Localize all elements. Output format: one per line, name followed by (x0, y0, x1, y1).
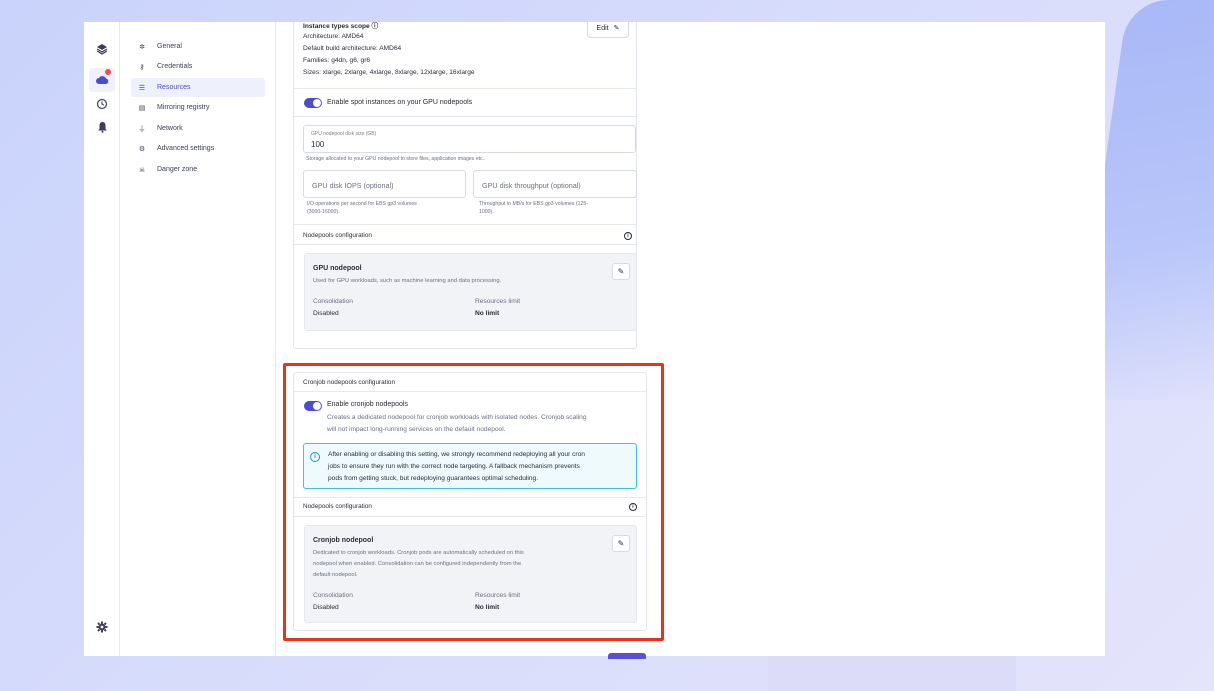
consolidation-label: Consolidation (313, 592, 353, 599)
gpu-disk-size-label: GPU nodepool disk size (GB) (311, 131, 377, 137)
info-circle-icon: i (310, 452, 320, 462)
divider (294, 224, 636, 225)
cronjob-nodepools-toggle[interactable] (304, 401, 322, 411)
consolidation-value: Disabled (313, 604, 339, 611)
cronjob-toggle-desc: will not impact long-running services on… (327, 426, 506, 433)
gpu-nodepool-description: Used for GPU workloads, such as machine … (313, 278, 502, 284)
consolidation-label: Consolidation (313, 298, 353, 305)
gpu-disk-throughput-help: Throughput in MB/s for EBS gp3 volumes (… (479, 200, 588, 216)
divider (294, 88, 636, 89)
info-icon[interactable]: i (629, 503, 637, 511)
cronjob-nodepool-desc: nodepool when enabled. Consolidation can… (313, 561, 522, 567)
menu-item-credentials[interactable]: ⚷ Credentials (131, 57, 265, 76)
menu-item-general[interactable]: ✲ General (131, 37, 265, 56)
spot-instances-label: Enable spot instances on your GPU nodepo… (327, 99, 473, 106)
gpu-disk-throughput-placeholder: GPU disk throughput (optional) (482, 181, 581, 190)
help-line: I/O operations per second for EBS gp3 vo… (307, 201, 417, 207)
layers-icon[interactable] (93, 40, 111, 58)
archive-icon: ▤ (138, 104, 146, 112)
menu-item-danger-zone[interactable]: ☠ Danger zone (131, 160, 265, 179)
gpu-disk-throughput-field[interactable]: GPU disk throughput (optional) (473, 170, 637, 198)
gpu-nodepools-section-title: Nodepools configuration (303, 232, 372, 239)
menu-item-label: Advanced settings (157, 145, 215, 152)
resources-limit-value: No limit (475, 310, 500, 317)
sliders-icon: ☰ (138, 84, 146, 92)
menu-item-resources[interactable]: ☰ Resources (131, 78, 265, 97)
save-button[interactable] (608, 653, 646, 659)
edit-gpu-nodepool-button[interactable]: ✎ (612, 263, 630, 280)
divider (294, 244, 636, 245)
menu-item-label: Resources (157, 84, 191, 91)
sizes-text: Sizes: xlarge, 2xlarge, 4xlarge, 8xlarge… (303, 69, 475, 76)
alert-text: After enabling or disabling this setting… (328, 451, 585, 458)
menu-item-mirroring-registry[interactable]: ▤ Mirroring registry (131, 98, 265, 117)
alert-text: jobs to ensure they run with the correct… (328, 463, 580, 470)
gpu-disk-size-help: Storage allocated to your GPU nodepool t… (306, 156, 486, 162)
cogs-icon: ⚙ (138, 145, 146, 153)
divider (294, 116, 636, 117)
cronjob-toggle-label: Enable cronjob nodepools (327, 401, 408, 408)
spot-instances-toggle[interactable] (304, 98, 322, 108)
cronjob-config-card: Cronjob nodepools configuration Enable c… (293, 372, 647, 631)
history-icon[interactable] (93, 95, 111, 113)
cronjob-nodepool-desc: Dedicated to cronjob workloads. Cronjob … (313, 550, 524, 556)
plug-icon: ⏚ (138, 125, 146, 133)
cronjob-nodepool-name: Cronjob nodepool (313, 537, 374, 544)
cronjob-nodepool-desc: default nodepool. (313, 572, 358, 578)
pencil-icon: ✎ (617, 267, 625, 276)
settings-gear-icon[interactable] (93, 618, 111, 636)
alert-text: pods from getting stuck, but redeploying… (328, 475, 539, 482)
cronjob-nodepools-section-title: Nodepools configuration (303, 503, 372, 510)
menu-item-label: Network (157, 125, 183, 132)
notification-dot (105, 69, 111, 75)
gpu-nodepool-name: GPU nodepool (313, 265, 362, 272)
main-content: Instance types scope ⓘ Edit ✎ Architectu… (277, 22, 1105, 656)
gpu-nodepool-card: GPU nodepool ✎ Used for GPU workloads, s… (304, 253, 637, 331)
consolidation-value: Disabled (313, 310, 339, 317)
edit-button-label: Edit (596, 24, 609, 32)
menu-item-label: General (157, 43, 182, 50)
info-icon[interactable]: i (624, 232, 632, 240)
menu-item-advanced-settings[interactable]: ⚙ Advanced settings (131, 139, 265, 158)
help-line: Throughput in MB/s for EBS gp3 volumes (… (479, 201, 588, 207)
app-window: ✲ General ⚷ Credentials ☰ Resources ▤ Mi… (84, 22, 1105, 656)
gpu-disk-size-value: 100 (311, 140, 325, 149)
pencil-icon: ✎ (613, 25, 620, 32)
architecture-text: Architecture: AMD64 (303, 33, 364, 40)
pencil-icon: ✎ (617, 539, 625, 548)
cronjob-nodepool-card: Cronjob nodepool ✎ Dedicated to cronjob … (304, 525, 637, 623)
icon-rail (84, 22, 120, 656)
edit-button[interactable]: Edit ✎ (587, 22, 629, 38)
cronjob-toggle-desc: Creates a dedicated nodepool for cronjob… (327, 414, 587, 421)
instance-scope-title: Instance types scope ⓘ (303, 23, 379, 30)
gpu-disk-size-field[interactable]: GPU nodepool disk size (GB) 100 (303, 125, 636, 153)
resources-limit-label: Resources limit (475, 298, 521, 305)
menu-item-label: Mirroring registry (157, 104, 210, 111)
cronjob-card-title: Cronjob nodepools configuration (303, 379, 396, 386)
divider (294, 391, 646, 392)
gpu-disk-iops-placeholder: GPU disk IOPS (optional) (312, 181, 394, 190)
resources-limit-label: Resources limit (475, 592, 521, 599)
key-icon: ⚷ (139, 63, 145, 71)
skull-icon: ☠ (138, 166, 146, 174)
menu-item-label: Danger zone (157, 166, 198, 173)
families-text: Families: g4dn, g6, gr6 (303, 57, 371, 64)
background-panel (768, 655, 1016, 691)
edit-cronjob-nodepool-button[interactable]: ✎ (612, 535, 630, 552)
divider (294, 497, 646, 498)
gpu-disk-iops-help: I/O operations per second for EBS gp3 vo… (307, 200, 417, 216)
resources-limit-value: No limit (475, 604, 500, 611)
default-build-text: Default build architecture: AMD64 (303, 45, 402, 52)
help-line: (3000-16000). (307, 209, 340, 215)
menu-item-network[interactable]: ⏚ Network (131, 119, 265, 138)
redeploy-info-alert: i After enabling or disabling this setti… (303, 443, 637, 489)
divider (294, 516, 646, 517)
gpu-disk-iops-field[interactable]: GPU disk IOPS (optional) (303, 170, 466, 198)
gpu-config-card: Instance types scope ⓘ Edit ✎ Architectu… (293, 22, 637, 349)
bell-icon[interactable] (93, 118, 111, 136)
help-line: 1000). (479, 209, 494, 215)
menu-item-label: Credentials (157, 63, 193, 70)
settings-submenu: ✲ General ⚷ Credentials ☰ Resources ▤ Mi… (121, 22, 276, 656)
gear-icon: ✲ (139, 43, 145, 51)
